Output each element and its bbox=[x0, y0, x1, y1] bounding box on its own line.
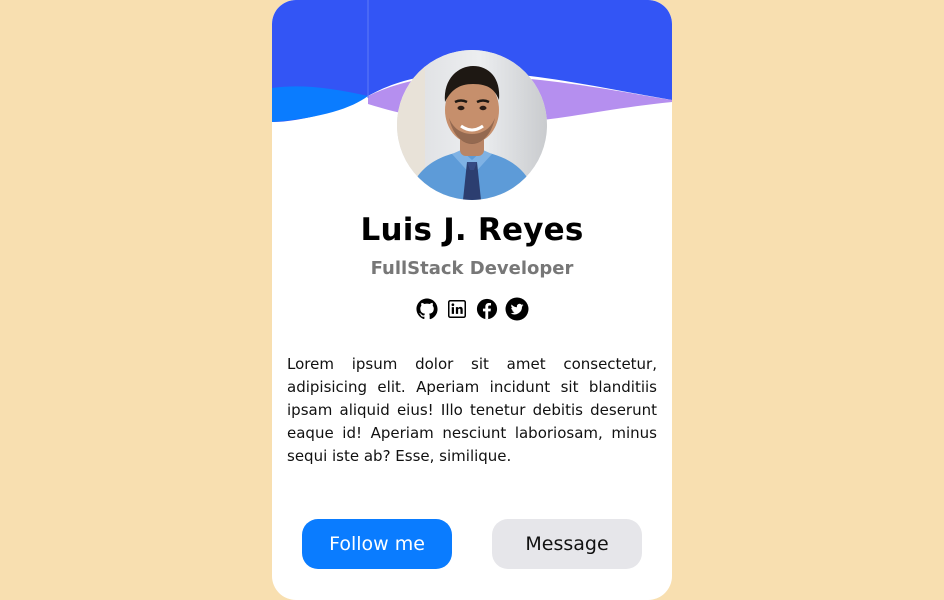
profile-bio: Lorem ipsum dolor sit amet consectetur, … bbox=[287, 355, 657, 465]
message-button[interactable]: Message bbox=[492, 519, 642, 569]
profile-role: FullStack Developer bbox=[370, 258, 574, 279]
twitter-link[interactable] bbox=[505, 296, 529, 322]
avatar-photo bbox=[397, 50, 547, 200]
page-background: Luis J. Reyes FullStack Developer Lorem … bbox=[0, 0, 944, 600]
facebook-icon bbox=[476, 298, 498, 320]
profile-card: Luis J. Reyes FullStack Developer Lorem … bbox=[272, 0, 672, 600]
github-icon bbox=[416, 298, 438, 320]
avatar bbox=[397, 50, 547, 200]
twitter-icon bbox=[505, 297, 529, 321]
github-link[interactable] bbox=[415, 296, 439, 322]
linkedin-icon bbox=[448, 300, 466, 318]
linkedin-link[interactable] bbox=[445, 296, 469, 322]
profile-name: Luis J. Reyes bbox=[360, 212, 584, 248]
facebook-link[interactable] bbox=[475, 296, 499, 322]
follow-button[interactable]: Follow me bbox=[302, 519, 452, 569]
social-links bbox=[272, 296, 672, 322]
